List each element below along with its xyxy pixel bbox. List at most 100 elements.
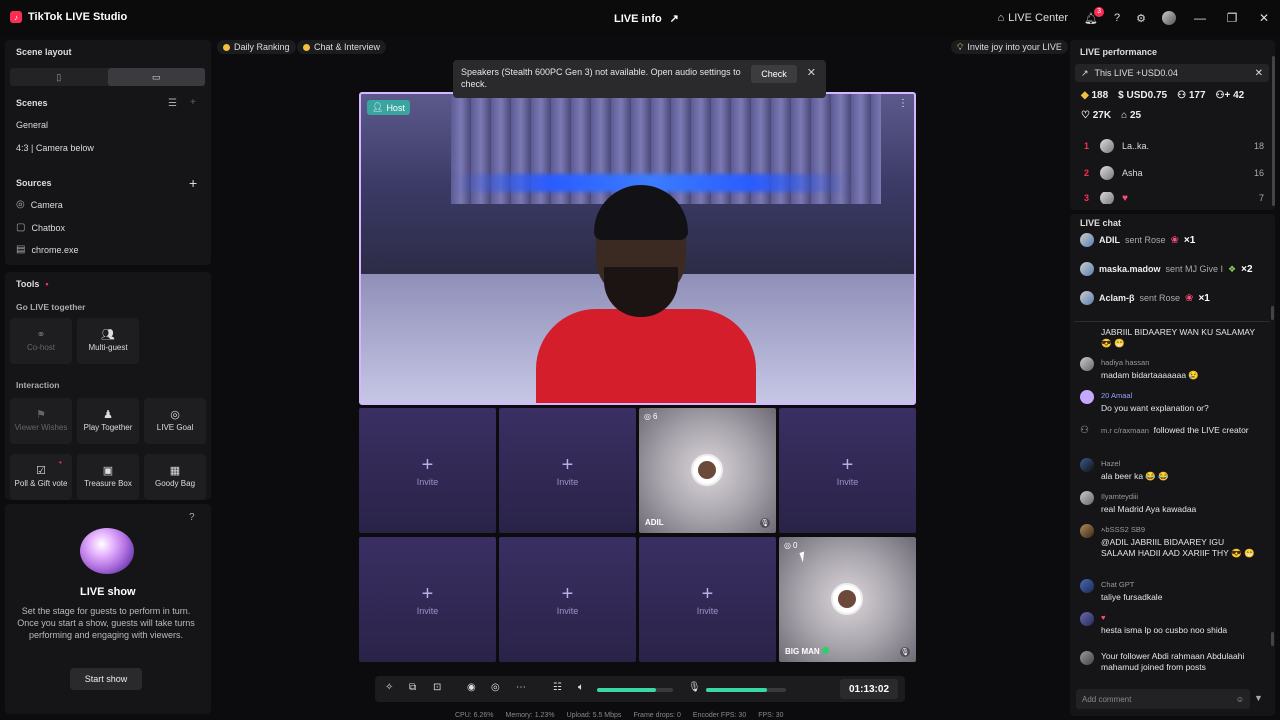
live-show-title: LIVE show xyxy=(80,586,136,598)
chat-scrollbar[interactable] xyxy=(1271,306,1274,320)
profile-button[interactable] xyxy=(1154,11,1184,25)
gifters-value: 25 xyxy=(1129,110,1142,121)
toast-message: Speakers (Stealth 600PC Gen 3) not avail… xyxy=(461,67,741,89)
host-label: Host xyxy=(386,102,405,113)
invite-slot[interactable]: + Invite xyxy=(499,537,636,662)
poll-gift-button[interactable]: ☑ Poll & Gift vote xyxy=(10,454,72,500)
chat-message[interactable]: JABRIIL BIDAAREY WAN KU SALAMAY 😎 😁 xyxy=(1080,327,1260,349)
layers-icon[interactable]: ⧉ xyxy=(409,682,416,693)
crop-icon[interactable]: ⊡ xyxy=(433,682,441,693)
avatar xyxy=(1080,491,1094,505)
scene-item[interactable]: 4:3 | Camera below xyxy=(16,143,94,153)
chat-message[interactable]: ኣbSSS2 SB9 @ADIL JABRIIL BIDAAREY IGU SAL… xyxy=(1080,524,1260,570)
guest-tile-adil[interactable]: ◎ 6 ADIL 🎙︎ xyxy=(639,408,776,533)
chat-message[interactable]: Your follower Abdi rahmaan Abdulaahi mah… xyxy=(1080,651,1260,675)
performance-scrollbar[interactable] xyxy=(1272,56,1275,206)
check-button[interactable]: Check xyxy=(751,65,797,83)
host-camera-view[interactable] xyxy=(359,92,916,405)
live-show-desc: Set the stage for guests to perform in t… xyxy=(17,606,195,640)
source-item-chatbox[interactable]: ▢ Chatbox xyxy=(16,222,65,233)
scene-item[interactable]: General xyxy=(16,120,48,130)
multiguest-button[interactable]: 👥︎ Multi-guest xyxy=(77,318,139,364)
heart-icon: ♥ xyxy=(1122,192,1128,204)
add-source-icon[interactable]: + xyxy=(189,175,197,191)
notifications-button[interactable]: 🔔︎ 3 xyxy=(1076,6,1106,25)
viewers-stat: ⚇ 177 xyxy=(1177,90,1205,101)
effects-icon[interactable]: ◎ xyxy=(491,682,500,693)
mic-volume-slider[interactable] xyxy=(706,688,786,692)
ranking-row[interactable]: 2 Asha 16 xyxy=(1084,166,1264,180)
live-center-button[interactable]: ⌂ LIVE Center xyxy=(989,12,1076,24)
add-scene-icon[interactable]: + xyxy=(190,97,196,108)
chat-interview-chip[interactable]: Chat & Interview xyxy=(297,40,387,54)
add-comment-input[interactable]: Add comment ☺ xyxy=(1076,689,1250,709)
mic-icon[interactable]: 🎙︎ xyxy=(900,647,910,657)
magic-icon[interactable]: ✧ xyxy=(385,682,393,693)
link-icon: ⚭ xyxy=(36,328,46,341)
chat-scrollbar[interactable] xyxy=(1271,632,1274,646)
settings-button[interactable]: ⚙ xyxy=(1128,12,1154,25)
record-icon[interactable]: ◉ xyxy=(467,682,476,693)
chat-message[interactable]: Hazel ala beer ka 😂 😂 xyxy=(1080,458,1260,482)
speaker-volume-slider[interactable] xyxy=(597,688,673,692)
heart-icon: ♥ xyxy=(1101,613,1106,622)
maximize-button[interactable]: ❐ xyxy=(1216,11,1248,25)
help-button[interactable]: ? xyxy=(1106,12,1128,24)
more-icon[interactable]: ⋯ xyxy=(516,682,526,693)
microphone-icon[interactable]: 🎙︎ xyxy=(688,682,701,693)
message-text: hesta isma lp oo cusbo noo shida xyxy=(1101,625,1228,635)
chat-message[interactable]: Ilyamteydiii real Madrid Aya kawadaa xyxy=(1080,491,1260,515)
bulb-icon: 💡︎ xyxy=(957,41,964,52)
speaker-icon[interactable]: 🔈︎ xyxy=(578,682,584,693)
source-item-camera[interactable]: ◎ Camera xyxy=(16,199,63,210)
new-followers-stat: ⚇+ 42 xyxy=(1216,90,1245,101)
goody-bag-label: Goody Bag xyxy=(154,478,196,488)
help-icon[interactable]: ? xyxy=(189,512,195,523)
invite-slot[interactable]: + Invite xyxy=(779,408,916,533)
invite-slot[interactable]: + Invite xyxy=(639,537,776,662)
ranking-row[interactable]: 1 La..ka. 18 xyxy=(1084,139,1264,153)
settings-sliders-icon[interactable]: ☷ xyxy=(553,682,562,693)
close-banner-icon[interactable]: ✕ xyxy=(1255,68,1263,79)
start-show-button[interactable]: Start show xyxy=(70,668,142,690)
tools-label: Tools xyxy=(16,279,40,289)
goody-bag-button[interactable]: ▦ Goody Bag xyxy=(144,454,206,500)
play-together-button[interactable]: ♟ Play Together xyxy=(77,398,139,444)
camera-menu-icon[interactable]: ⋮ xyxy=(898,98,908,109)
treasure-box-button[interactable]: ▣ Treasure Box xyxy=(77,454,139,500)
chat-message[interactable]: 20 Amaal Do you want explanation or? xyxy=(1080,390,1260,416)
invite-joy-chip[interactable]: 💡︎ Invite joy into your LIVE xyxy=(951,40,1068,54)
avatar xyxy=(1162,11,1176,25)
close-toast-icon[interactable]: ✕ xyxy=(807,67,816,79)
avatar xyxy=(1080,233,1094,247)
invite-slot[interactable]: + Invite xyxy=(499,408,636,533)
close-window-button[interactable]: ✕ xyxy=(1248,11,1280,25)
filter-icon[interactable]: ▼ xyxy=(1254,693,1263,703)
invite-slot[interactable]: + Invite xyxy=(359,408,496,533)
layout-toggle[interactable]: ▯ ▭ xyxy=(10,68,205,86)
cohost-button[interactable]: ⚭ Co-host xyxy=(10,318,72,364)
source-label: chrome.exe xyxy=(31,244,79,255)
live-goal-button[interactable]: ◎ LIVE Goal xyxy=(144,398,206,444)
title-bar: ♪ TikTok LIVE Studio LIVE info ↗ ⌂ LIVE … xyxy=(0,0,1280,36)
chat-message[interactable]: ♥ hesta isma lp oo cusbo noo shida xyxy=(1080,612,1260,636)
chat-message[interactable]: hadiya hassan madam bidartaaaaaaa 😢 xyxy=(1080,357,1260,383)
usd-value: USD0.75 xyxy=(1126,90,1168,101)
source-item-chrome[interactable]: ▤ chrome.exe xyxy=(16,244,78,255)
invite-slot[interactable]: + Invite xyxy=(359,537,496,662)
live-info-button[interactable]: LIVE info ↗ xyxy=(614,12,679,26)
chat-message[interactable]: Chat GPT taliye fursadkale xyxy=(1080,579,1260,603)
daily-ranking-chip[interactable]: Daily Ranking xyxy=(217,40,296,54)
avatar xyxy=(1080,390,1094,404)
portrait-layout-button[interactable]: ▯ xyxy=(10,68,108,86)
mic-icon[interactable]: 🎙︎ xyxy=(760,518,770,528)
landscape-layout-button[interactable]: ▭ xyxy=(107,68,205,86)
speaking-indicator xyxy=(821,647,829,654)
ranking-row[interactable]: 3 ♥ 7 xyxy=(1084,192,1264,204)
chat-message[interactable]: ⚇ m.r c/raxmaan followed the LIVE creator xyxy=(1080,425,1260,449)
minimize-button[interactable]: — xyxy=(1184,11,1216,25)
list-icon[interactable]: ☰ xyxy=(168,98,177,109)
invite-label: Invite xyxy=(416,476,439,487)
viewer-wishes-button[interactable]: ⚑ Viewer Wishes xyxy=(10,398,72,444)
emoji-icon[interactable]: ☺ xyxy=(1236,695,1244,704)
